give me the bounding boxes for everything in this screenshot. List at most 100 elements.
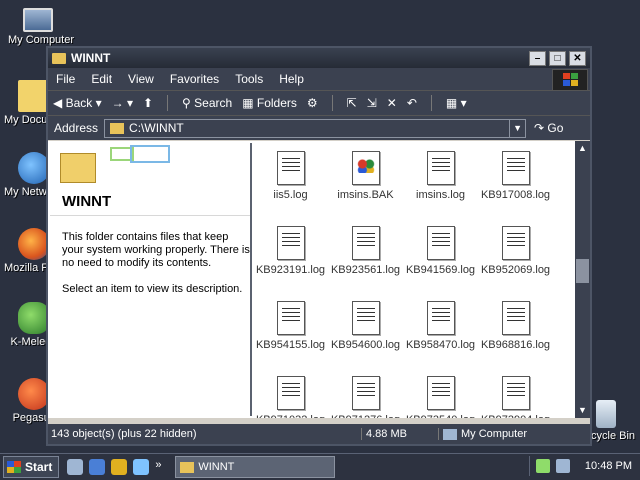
move-to-button[interactable]: ⇱ (342, 96, 362, 110)
file-name: KB941569.log (405, 264, 476, 276)
file-item[interactable]: iis5.log (253, 151, 328, 201)
log-file-icon (426, 376, 455, 410)
back-arrow-icon: ◀ (53, 96, 66, 110)
network-tray-icon[interactable] (556, 459, 570, 473)
folder-banner: WINNT (50, 143, 250, 216)
go-button[interactable]: ↷ Go (534, 121, 563, 135)
up-folder-button[interactable]: ⬆ (138, 96, 158, 110)
undo-button[interactable]: ↶ (402, 96, 422, 110)
menu-help[interactable]: Help (271, 72, 312, 86)
scrollbar-thumb[interactable] (576, 259, 589, 283)
file-name: KB954155.log (255, 339, 326, 351)
views-button[interactable]: ▦ ▾ (441, 96, 472, 110)
system-tray: 10:48 PM (529, 456, 640, 476)
show-desktop-icon[interactable] (67, 459, 84, 475)
vertical-scrollbar[interactable]: ▲ ▼ (575, 141, 590, 418)
file-item[interactable]: KB954155.log (253, 301, 328, 351)
file-name: KB973904.log (478, 414, 553, 418)
log-file-icon (276, 226, 305, 260)
file-name: imsins.BAK (337, 189, 394, 201)
history-button[interactable]: ⚙ (302, 96, 323, 110)
views-icon: ▦ ▾ (445, 96, 467, 110)
folder-icon (52, 52, 66, 64)
file-name: KB968816.log (480, 339, 551, 351)
menu-favorites[interactable]: Favorites (162, 72, 227, 86)
log-file-icon (426, 151, 455, 185)
log-file-icon (276, 151, 305, 185)
minimize-button[interactable]: – (529, 50, 546, 66)
log-file-icon (276, 301, 305, 335)
file-item[interactable]: KB971276.log (328, 376, 403, 418)
file-item[interactable]: KB968816.log (478, 301, 553, 351)
menu-tools[interactable]: Tools (227, 72, 271, 86)
address-dropdown-button[interactable]: ▼ (509, 119, 525, 137)
file-name: KB917008.log (480, 189, 551, 201)
title-bar[interactable]: WINNT – □ ✕ (48, 48, 590, 68)
log-file-icon (501, 301, 530, 335)
move-to-icon: ⇱ (346, 96, 357, 110)
file-item[interactable]: imsins.log (403, 151, 478, 201)
file-item[interactable]: KB923191.log (253, 226, 328, 276)
chevron-down-icon: ▾ (92, 96, 102, 110)
folder-heading: WINNT (62, 193, 112, 210)
forward-arrow-icon: → ▾ (111, 96, 133, 110)
folders-label: Folders (256, 96, 297, 110)
file-item[interactable]: KB917008.log (478, 151, 553, 201)
close-button[interactable]: ✕ (569, 50, 586, 66)
file-item[interactable]: KB954600.log (328, 301, 403, 351)
folder-hint: Select an item to view its description. (62, 283, 243, 295)
file-item[interactable]: KB973540.log (403, 376, 478, 418)
folder-description: This folder contains files that keep you… (62, 231, 250, 269)
outlook-icon[interactable] (111, 459, 128, 475)
delete-icon: ✕ (386, 96, 397, 110)
scroll-up-arrow-icon[interactable]: ▲ (575, 141, 590, 156)
maximize-button[interactable]: □ (549, 50, 566, 66)
up-folder-icon: ⬆ (142, 96, 154, 110)
file-item[interactable]: imsins.BAK (328, 151, 403, 201)
computer-icon (23, 8, 53, 32)
folder-icon (180, 461, 195, 473)
search-icon[interactable] (133, 459, 150, 475)
file-item[interactable]: KB923561.log (328, 226, 403, 276)
menu-view[interactable]: View (120, 72, 162, 86)
copy-to-button[interactable]: ⇲ (362, 96, 382, 110)
file-name: KB971276.log (328, 414, 403, 418)
log-file-icon (501, 376, 530, 410)
tray-app-icon[interactable] (536, 459, 550, 473)
start-button[interactable]: Start (3, 456, 60, 478)
back-button[interactable]: ◀ Back ▾ (48, 96, 107, 110)
toolbar-separator (331, 95, 333, 111)
search-button[interactable]: ⚲ Search (177, 96, 237, 110)
file-item[interactable]: KB958470.log (403, 301, 478, 351)
desktop-icon-label: My Computer (8, 34, 75, 46)
desktop-icon-my-computer[interactable]: My Computer (8, 4, 75, 46)
window-title: WINNT (71, 51, 111, 65)
taskbar: Start » WINNT 10:48 PM (0, 453, 640, 480)
clock: 10:48 PM (584, 460, 632, 472)
status-location-label: My Computer (461, 428, 528, 440)
file-item[interactable]: KB973904.log (478, 376, 553, 418)
file-item[interactable]: KB952069.log (478, 226, 553, 276)
menu-file[interactable]: File (48, 72, 83, 86)
forward-button[interactable]: → ▾ (107, 96, 138, 110)
file-name: KB973540.log (403, 414, 478, 418)
folders-button[interactable]: ▦ Folders (237, 96, 302, 110)
delete-button[interactable]: ✕ (382, 96, 402, 110)
log-file-icon (351, 301, 380, 335)
chevron-right-icon[interactable]: » (155, 459, 163, 475)
file-item[interactable]: KB971032.log (253, 376, 328, 418)
file-item[interactable]: KB941569.log (403, 226, 478, 276)
log-file-icon (351, 376, 380, 410)
menu-edit[interactable]: Edit (83, 72, 120, 86)
undo-icon: ↶ (406, 96, 417, 110)
address-input[interactable]: C:\WINNT ▼ (104, 118, 527, 138)
search-icon: ⚲ (182, 96, 195, 110)
explorer-window: WINNT – □ ✕ File Edit View Favorites Too… (46, 46, 592, 446)
scroll-down-arrow-icon[interactable]: ▼ (575, 403, 590, 418)
file-name: KB923191.log (255, 264, 326, 276)
log-file-icon (351, 226, 380, 260)
file-name: iis5.log (273, 189, 308, 201)
taskbar-item-winnt[interactable]: WINNT (175, 456, 336, 478)
content-area: WINNT This folder contains files that ke… (48, 141, 590, 418)
browser-icon[interactable] (89, 459, 106, 475)
